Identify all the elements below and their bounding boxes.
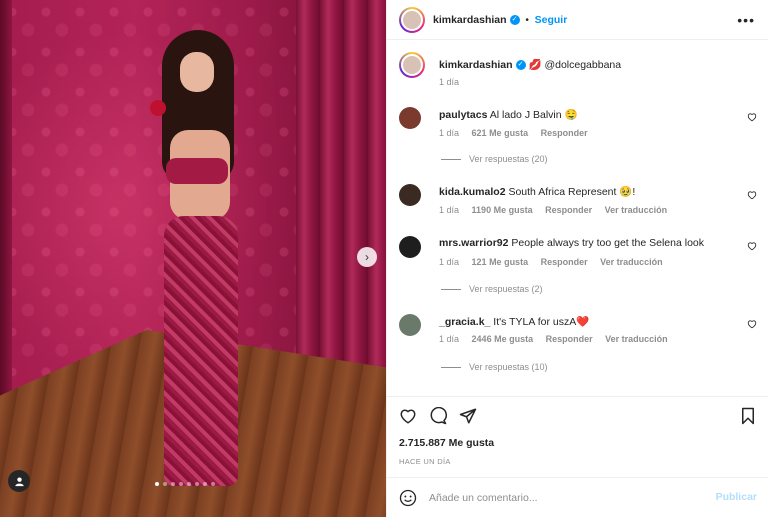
comment-text: kida.kumalo2 South Africa Represent 🥹! bbox=[439, 186, 636, 198]
post-image[interactable]: › bbox=[0, 0, 386, 517]
publish-button[interactable]: Publicar bbox=[716, 491, 757, 503]
carousel-dot bbox=[155, 482, 159, 486]
comment-meta: 1 día 2446 Me gusta Responder Ver traduc… bbox=[439, 334, 668, 344]
comment-avatar[interactable] bbox=[399, 314, 421, 336]
reply-button[interactable]: Responder bbox=[541, 128, 588, 138]
comment-likes[interactable]: 2446 Me gusta bbox=[472, 334, 534, 344]
comment-text: _gracia.k_ It's TYLA for uszA❤️ bbox=[439, 316, 590, 328]
carousel-dot bbox=[211, 482, 215, 486]
comment-avatar[interactable] bbox=[399, 107, 421, 129]
rose bbox=[150, 100, 166, 116]
carousel-dot bbox=[187, 482, 191, 486]
carousel-dot bbox=[203, 482, 207, 486]
heart-icon[interactable] bbox=[747, 319, 757, 329]
comment-icon[interactable] bbox=[429, 407, 447, 425]
translate-button[interactable]: Ver traducción bbox=[605, 205, 668, 215]
caption-time: 1 día bbox=[439, 77, 460, 87]
carousel-dot bbox=[163, 482, 167, 486]
heart-icon[interactable] bbox=[747, 190, 757, 200]
comment-meta: 1 día 1190 Me gusta Responder Ver traduc… bbox=[439, 205, 668, 215]
comment-username[interactable]: mrs.warrior92 bbox=[439, 237, 508, 249]
caption-text: kimkardashian ✓ 💋 @dolcegabbana bbox=[439, 58, 621, 71]
carousel-indicator bbox=[155, 482, 215, 486]
share-icon[interactable] bbox=[459, 407, 477, 425]
reply-button[interactable]: Responder bbox=[545, 205, 592, 215]
post-panel: kimkardashian ✓ • Seguir ••• kimkardashia… bbox=[386, 0, 768, 517]
like-heart-icon[interactable] bbox=[399, 407, 417, 425]
comment-likes[interactable]: 621 Me gusta bbox=[472, 128, 529, 138]
caption-username[interactable]: kimkardashian bbox=[439, 59, 513, 71]
heart-icon[interactable] bbox=[747, 241, 757, 251]
comment-text: mrs.warrior92 People always try too get … bbox=[439, 237, 705, 249]
author-username[interactable]: kimkardashian bbox=[433, 14, 507, 26]
verified-icon: ✓ bbox=[515, 60, 526, 71]
comment-avatar[interactable] bbox=[399, 236, 421, 258]
more-options-icon[interactable]: ••• bbox=[737, 12, 755, 28]
user-icon bbox=[14, 476, 24, 486]
model-figure bbox=[140, 30, 250, 490]
add-comment-bar: Publicar bbox=[387, 477, 768, 517]
comment-username[interactable]: paulytacs bbox=[439, 109, 487, 121]
emoji-icon[interactable] bbox=[399, 489, 417, 507]
translate-button[interactable]: Ver traducción bbox=[605, 334, 668, 344]
view-replies-button[interactable]: Ver respuestas (2) bbox=[441, 284, 543, 294]
follow-button[interactable]: Seguir bbox=[535, 14, 568, 26]
carousel-dot bbox=[179, 482, 183, 486]
post-header: kimkardashian ✓ • Seguir ••• bbox=[387, 0, 768, 40]
post-actions: 2.715.887 Me gusta HACE UN DÍA Publicar bbox=[387, 396, 768, 516]
view-replies-button[interactable]: Ver respuestas (20) bbox=[441, 154, 548, 164]
chevron-right-icon: › bbox=[365, 250, 369, 264]
comment-avatar[interactable] bbox=[399, 184, 421, 206]
comment-likes[interactable]: 1190 Me gusta bbox=[472, 205, 533, 215]
caption-avatar[interactable] bbox=[399, 52, 425, 78]
comments-list: kimkardashian ✓ 💋 @dolcegabbana 1 día pau… bbox=[387, 40, 768, 395]
reply-button[interactable]: Responder bbox=[546, 334, 593, 344]
separator: • bbox=[525, 15, 529, 26]
verified-icon: ✓ bbox=[509, 15, 520, 26]
comment-text: paulytacs Al lado J Balvin 🤤 bbox=[439, 109, 578, 121]
translate-button[interactable]: Ver traducción bbox=[600, 257, 663, 267]
next-slide-button[interactable]: › bbox=[357, 247, 377, 267]
comment-meta: 1 día 621 Me gusta Responder bbox=[439, 128, 588, 138]
likes-count[interactable]: 2.715.887 Me gusta bbox=[399, 437, 494, 449]
caption-body: 💋 @dolcegabbana bbox=[528, 59, 622, 71]
comment-likes[interactable]: 121 Me gusta bbox=[472, 257, 529, 267]
heart-icon[interactable] bbox=[747, 112, 757, 122]
reply-button[interactable]: Responder bbox=[541, 257, 588, 267]
author-avatar[interactable] bbox=[399, 7, 425, 33]
post-time: HACE UN DÍA bbox=[399, 457, 451, 466]
comment-username[interactable]: _gracia.k_ bbox=[439, 316, 490, 328]
carousel-dot bbox=[195, 482, 199, 486]
carousel-dot bbox=[171, 482, 175, 486]
bookmark-icon[interactable] bbox=[739, 407, 757, 425]
comment-username[interactable]: kida.kumalo2 bbox=[439, 186, 506, 198]
view-replies-button[interactable]: Ver respuestas (10) bbox=[441, 362, 548, 372]
tagged-user-button[interactable] bbox=[8, 470, 30, 492]
comment-meta: 1 día 121 Me gusta Responder Ver traducc… bbox=[439, 257, 663, 267]
comment-input[interactable] bbox=[429, 489, 699, 507]
